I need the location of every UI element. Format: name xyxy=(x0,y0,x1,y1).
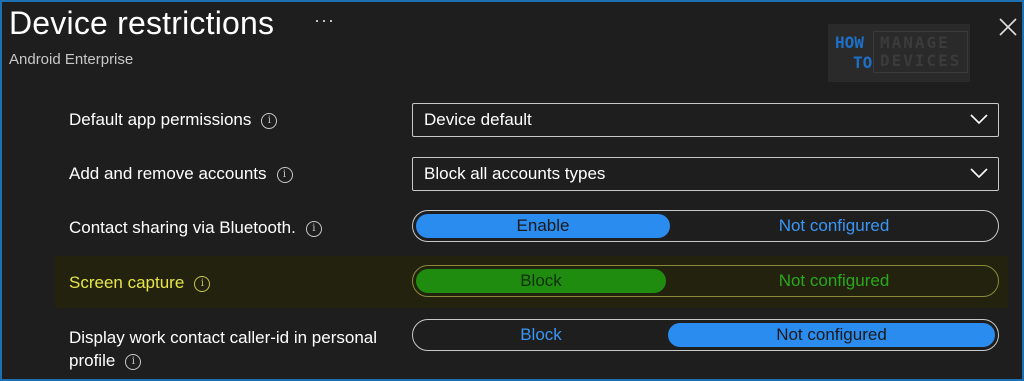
setting-label-add-remove-accounts: Add and remove accounts i xyxy=(69,164,293,184)
toggle-option-block[interactable]: Block xyxy=(416,323,666,347)
caller-id-toggle: Block Not configured xyxy=(412,319,999,351)
setting-label-screen-capture: Screen capture i xyxy=(69,273,211,293)
setting-label-default-app-permissions: Default app permissions i xyxy=(69,110,278,130)
more-options-button[interactable]: ··· xyxy=(314,10,335,31)
chevron-down-icon xyxy=(970,168,988,179)
add-remove-accounts-dropdown[interactable]: Block all accounts types xyxy=(412,157,999,191)
dropdown-value: Device default xyxy=(424,110,532,129)
info-icon[interactable]: i xyxy=(125,354,142,370)
page-title: Device restrictions xyxy=(9,5,275,41)
blade-panel: Device restrictions ··· Android Enterpri… xyxy=(0,0,1024,381)
toggle-option-not-configured[interactable]: Not configured xyxy=(703,214,965,238)
setting-label-text: Screen capture xyxy=(69,273,185,292)
chevron-down-icon xyxy=(970,114,988,125)
logo-devices: DEVICES xyxy=(880,51,962,70)
logo-how: HOW xyxy=(835,33,864,52)
info-icon[interactable]: i xyxy=(194,276,211,292)
default-app-permissions-dropdown[interactable]: Device default xyxy=(412,103,999,137)
logo-to: TO xyxy=(853,53,873,72)
close-icon[interactable] xyxy=(997,16,1019,38)
toggle-option-enable[interactable]: Enable xyxy=(416,214,670,238)
logo-box: MANAGE DEVICES xyxy=(873,31,969,73)
info-icon[interactable]: i xyxy=(261,113,278,129)
screen-capture-toggle: Block Not configured xyxy=(412,265,999,297)
setting-label-text: Add and remove accounts xyxy=(69,164,267,183)
setting-label-text: Default app permissions xyxy=(69,110,252,129)
setting-label-caller-id: Display work contact caller-id in person… xyxy=(69,326,377,372)
setting-label-line1: Display work contact caller-id in person… xyxy=(69,328,378,347)
toggle-option-block[interactable]: Block xyxy=(416,269,666,293)
watermark-logo: HOW TO MANAGE DEVICES xyxy=(828,24,970,82)
contact-sharing-toggle: Enable Not configured xyxy=(412,210,999,242)
dropdown-value: Block all accounts types xyxy=(424,164,606,183)
info-icon[interactable]: i xyxy=(305,221,322,237)
logo-manage: MANAGE xyxy=(880,33,950,52)
page-subtitle: Android Enterprise xyxy=(9,51,134,68)
setting-label-text: Contact sharing via Bluetooth. xyxy=(69,218,296,237)
info-icon[interactable]: i xyxy=(276,167,293,183)
setting-label-contact-sharing-bluetooth: Contact sharing via Bluetooth. i xyxy=(69,218,322,238)
toggle-option-not-configured[interactable]: Not configured xyxy=(668,323,995,347)
toggle-option-not-configured[interactable]: Not configured xyxy=(703,269,965,293)
setting-label-line2: profile xyxy=(69,351,116,370)
